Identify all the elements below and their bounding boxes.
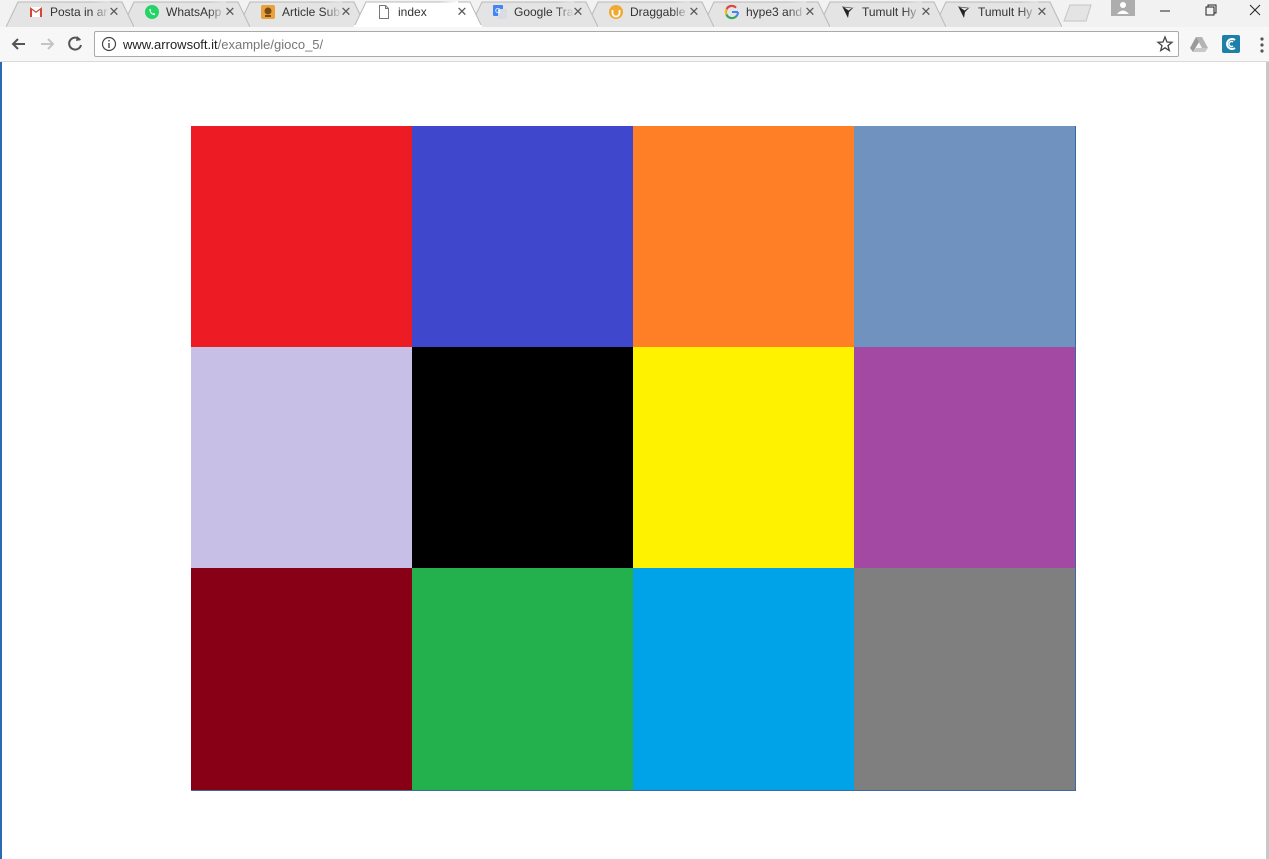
tab-close-icon[interactable]: ✕: [456, 5, 468, 18]
tab-close-icon[interactable]: ✕: [920, 5, 932, 18]
tab-label: Draggable: [630, 1, 690, 23]
color-grid: [191, 126, 1076, 791]
tab-label: Tumult Hy: [978, 1, 1038, 23]
color-cell-lavender[interactable]: [191, 347, 412, 568]
google-drive-icon[interactable]: [1189, 34, 1209, 54]
tab-label: Posta in ar: [50, 1, 110, 23]
draggable-icon: [608, 4, 624, 20]
gmail-icon: [28, 4, 44, 20]
forward-arrow-icon[interactable]: [36, 33, 58, 55]
google-icon: [724, 4, 740, 20]
minimize-icon[interactable]: [1143, 0, 1187, 22]
address-bar[interactable]: www.arrowsoft.it/example/gioco_5/: [94, 31, 1179, 57]
tumult-icon: [840, 4, 856, 20]
tab-7[interactable]: hype3 and ✕: [702, 1, 830, 27]
tab-9[interactable]: Tumult Hy ✕: [934, 1, 1062, 27]
color-cell-black[interactable]: [412, 347, 633, 568]
tab-close-icon[interactable]: ✕: [688, 5, 700, 18]
new-tab-button[interactable]: [1058, 4, 1096, 22]
tab-close-icon[interactable]: ✕: [340, 5, 352, 18]
tab-1[interactable]: Posta in ar ✕: [6, 1, 134, 27]
tab-label: WhatsApp: [166, 1, 226, 23]
tab-label: Article Sub: [282, 1, 342, 23]
tab-close-icon[interactable]: ✕: [1036, 5, 1048, 18]
tab-3[interactable]: Article Sub ✕: [238, 1, 366, 27]
menu-dots-icon[interactable]: [1258, 36, 1266, 54]
color-cell-steel-blue[interactable]: [854, 126, 1075, 347]
color-cell-gray[interactable]: [854, 568, 1075, 790]
page-icon: [376, 4, 392, 20]
url-host: www.arrowsoft.it: [123, 37, 218, 52]
tab-close-icon[interactable]: ✕: [572, 5, 584, 18]
reload-icon[interactable]: [64, 33, 86, 55]
tab-2[interactable]: WhatsApp ✕: [122, 1, 250, 27]
tab-close-icon[interactable]: ✕: [108, 5, 120, 18]
tab-4[interactable]: index ✕: [354, 1, 482, 27]
tab-label: Tumult Hy: [862, 1, 922, 23]
google-translate-icon: G: [492, 4, 508, 20]
window-left-edge: [0, 62, 2, 859]
color-cell-sky-blue[interactable]: [633, 568, 854, 790]
whatsapp-icon: [144, 4, 160, 20]
article-icon: [260, 4, 276, 20]
close-icon[interactable]: [1233, 0, 1269, 22]
color-cell-orange[interactable]: [633, 126, 854, 347]
tab-label: index: [398, 1, 458, 23]
tab-strip: Posta in ar ✕ WhatsApp ✕ Article Sub ✕ index ✕ G…: [0, 0, 1269, 27]
color-cell-maroon[interactable]: [191, 568, 412, 790]
info-icon[interactable]: [101, 36, 117, 52]
color-cell-yellow[interactable]: [633, 347, 854, 568]
tab-label: Google Tra: [514, 1, 574, 23]
color-cell-green[interactable]: [412, 568, 633, 790]
back-arrow-icon[interactable]: [8, 33, 30, 55]
extension-icon[interactable]: [1221, 34, 1241, 54]
bookmark-star-icon[interactable]: [1156, 35, 1174, 53]
browser-toolbar: www.arrowsoft.it/example/gioco_5/: [0, 27, 1269, 62]
tumult-icon: [956, 4, 972, 20]
url-path: /example/gioco_5/: [217, 37, 324, 52]
svg-text:G: G: [495, 7, 500, 15]
color-cell-red[interactable]: [191, 126, 412, 347]
url-text[interactable]: www.arrowsoft.it/example/gioco_5/: [123, 37, 323, 52]
tab-close-icon[interactable]: ✕: [804, 5, 816, 18]
tab-5[interactable]: G Google Tra ✕: [470, 1, 598, 27]
color-cell-purple[interactable]: [854, 347, 1075, 568]
tab-6[interactable]: Draggable ✕: [586, 1, 714, 27]
profile-avatar-icon[interactable]: [1111, 0, 1135, 16]
color-cell-blue[interactable]: [412, 126, 633, 347]
restore-icon[interactable]: [1188, 0, 1232, 22]
tab-close-icon[interactable]: ✕: [224, 5, 236, 18]
tab-8[interactable]: Tumult Hy ✕: [818, 1, 946, 27]
tab-label: hype3 and: [746, 1, 806, 23]
